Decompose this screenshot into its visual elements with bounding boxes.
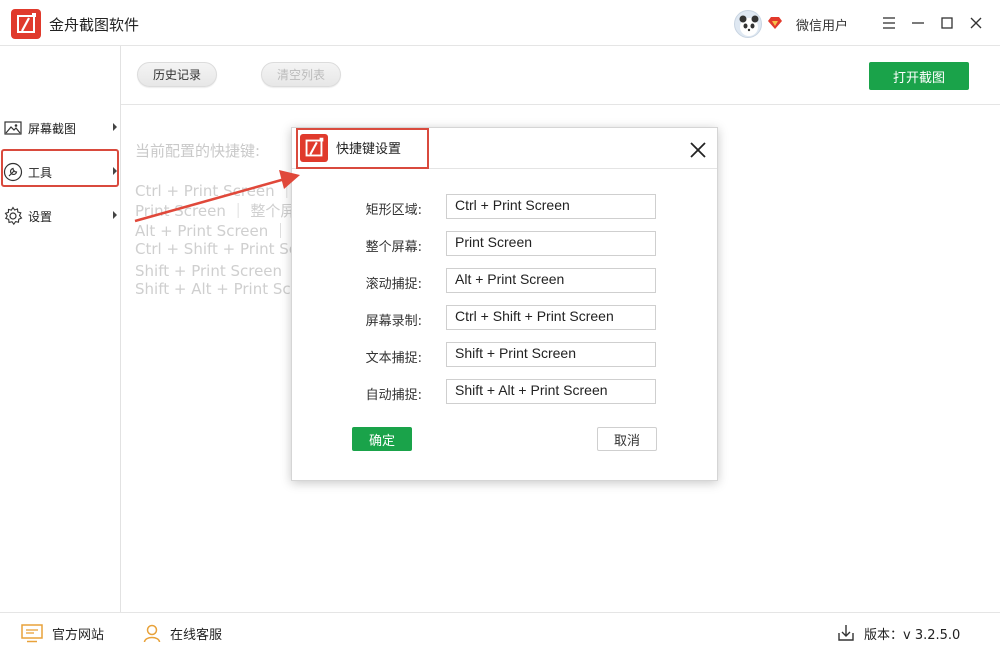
online-service-label: 在线客服 <box>170 627 223 643</box>
open-screenshot-button[interactable]: 打开截图 <box>869 62 969 90</box>
toolbar: 历史记录 清空列表 打开截图 <box>121 46 1000 105</box>
download-icon <box>838 625 854 641</box>
dialog-close-icon[interactable] <box>688 140 708 160</box>
customer-service-icon <box>143 624 161 643</box>
caret-right-icon <box>113 123 117 131</box>
dialog-header: 快捷键设置 <box>292 128 717 169</box>
version-info[interactable]: 版本：v 3.2.5.0 <box>836 623 960 643</box>
rect-region-input[interactable]: Ctrl + Print Screen <box>446 194 656 219</box>
shortcut-settings-dialog: 快捷键设置 矩形区域: Ctrl + Print Screen 整个屏幕: Pr… <box>291 127 718 481</box>
shortcut-line: Print Screen ｜ 整个屏 <box>135 202 295 220</box>
dialog-title: 快捷键设置 <box>336 142 402 157</box>
shortcut-line: Shift + Alt + Print Scre <box>135 280 295 298</box>
minimize-icon[interactable] <box>907 12 929 34</box>
scroll-capture-input[interactable]: Alt + Print Screen <box>446 268 656 293</box>
menu-icon[interactable] <box>878 12 900 34</box>
scroll-capture-label: 滚动捕捉: <box>365 277 422 292</box>
gear-icon <box>3 206 23 226</box>
full-screen-input[interactable]: Print Screen <box>446 231 656 256</box>
rect-region-label: 矩形区域: <box>365 203 422 218</box>
official-website-link[interactable]: 官方网站 <box>20 623 104 643</box>
avatar[interactable] <box>734 10 762 38</box>
user-name[interactable]: 微信用户 <box>796 15 848 34</box>
auto-capture-input[interactable]: Shift + Alt + Print Screen <box>446 379 656 404</box>
sidebar-item-screenshot[interactable]: 屏幕截图 <box>0 110 121 146</box>
footer: 官方网站 在线客服 版本：v 3.2.5.0 <box>0 612 1000 650</box>
screen-record-input[interactable]: Ctrl + Shift + Print Screen <box>446 305 656 330</box>
sidebar: 屏幕截图 工具 设置 <box>0 46 121 612</box>
vip-diamond-icon <box>768 15 782 29</box>
shortcut-line: Ctrl + Print Screen ｜ 矩 <box>135 182 295 200</box>
app-logo-icon <box>11 9 41 39</box>
shortcut-line: Ctrl + Shift + Print Scre <box>135 240 295 258</box>
sidebar-item-settings[interactable]: 设置 <box>0 198 121 234</box>
app-title: 金舟截图软件 <box>49 16 140 34</box>
screen-record-label: 屏幕录制: <box>365 314 422 329</box>
sidebar-item-label: 屏幕截图 <box>28 121 77 136</box>
sidebar-item-label: 设置 <box>28 209 53 224</box>
clear-list-button[interactable]: 清空列表 <box>261 62 341 87</box>
shortcut-config-label: 当前配置的快捷键: <box>135 142 261 160</box>
cancel-button[interactable]: 取消 <box>597 427 657 451</box>
full-screen-label: 整个屏幕: <box>365 240 422 255</box>
history-button[interactable]: 历史记录 <box>137 62 217 87</box>
image-icon <box>3 118 23 138</box>
official-website-label: 官方网站 <box>52 627 105 643</box>
close-icon[interactable] <box>965 12 987 34</box>
title-bar: 金舟截图软件 微信用户 <box>0 0 1000 46</box>
monitor-icon <box>21 624 43 643</box>
online-service-link[interactable]: 在线客服 <box>142 623 222 643</box>
shortcut-line: Shift + Print Screen ｜ <box>135 262 295 280</box>
maximize-icon[interactable] <box>936 12 958 34</box>
app-logo-icon <box>300 134 328 162</box>
auto-capture-label: 自动捕捉: <box>365 388 422 403</box>
version-label: 版本：v 3.2.5.0 <box>864 627 961 643</box>
confirm-button[interactable]: 确定 <box>352 427 412 451</box>
settings-highlight <box>1 149 119 187</box>
caret-right-icon <box>113 211 117 219</box>
shortcut-line: Alt + Print Screen ｜ 滚 <box>135 222 295 240</box>
text-capture-label: 文本捕捉: <box>365 351 422 366</box>
text-capture-input[interactable]: Shift + Print Screen <box>446 342 656 367</box>
